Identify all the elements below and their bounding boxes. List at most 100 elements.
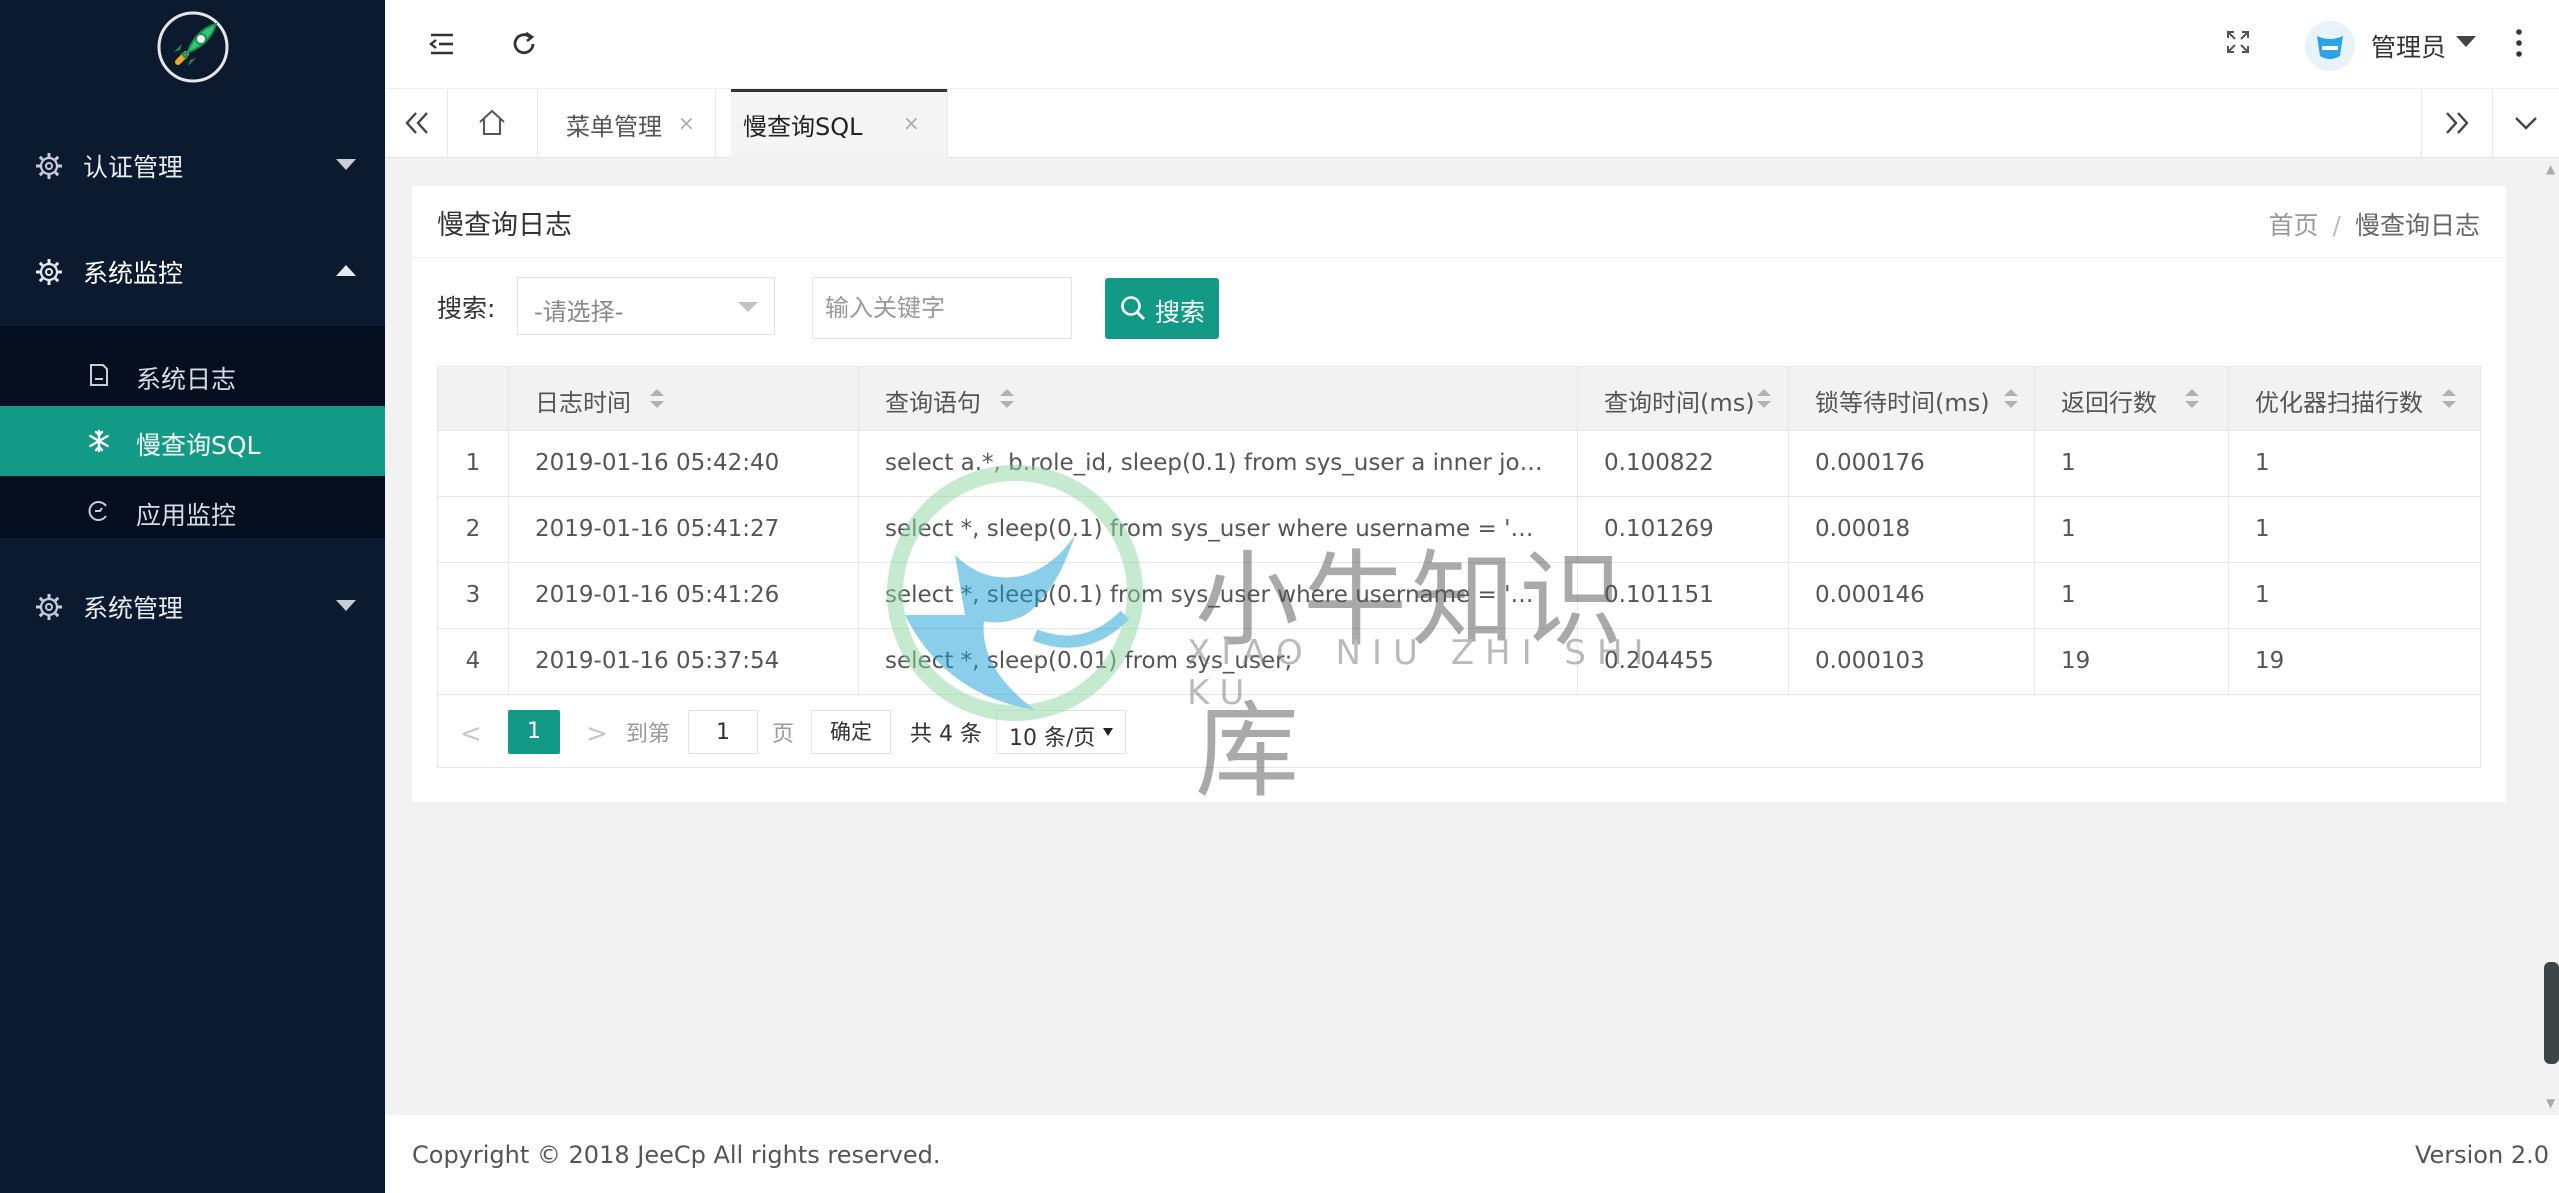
copyright-text: Copyright © 2018 JeeCp All rights reserv… — [412, 1141, 941, 1169]
divider — [2421, 89, 2422, 158]
cell-sql: select a.*, b.role_id, sleep(0.1) from s… — [859, 431, 1578, 496]
divider — [715, 89, 716, 158]
chevron-down-icon — [336, 600, 356, 611]
column-header-label: 锁等待时间(ms) — [1815, 389, 1990, 417]
confirm-page-button[interactable]: 确定 — [811, 710, 891, 754]
breadcrumb-home[interactable]: 首页 — [2269, 211, 2319, 240]
chevron-down-icon[interactable] — [2456, 36, 2476, 47]
sidebar-group-auth[interactable]: 认证管理 — [0, 114, 385, 220]
tab-label: 慢查询SQL — [743, 113, 863, 141]
gear-icon — [36, 153, 62, 179]
next-page-button[interactable]: > — [586, 719, 608, 749]
breadcrumb-separator: / — [2332, 211, 2341, 240]
search-button[interactable]: 搜索 — [1105, 278, 1219, 339]
rocket-logo-icon[interactable] — [156, 10, 230, 84]
sort-icon[interactable] — [2004, 389, 2018, 411]
sidebar-item-system-log[interactable]: 系统日志 — [0, 340, 385, 410]
cell-text: 19 — [2255, 648, 2285, 674]
avatar[interactable] — [2304, 20, 2356, 72]
column-header-lock-time[interactable]: 锁等待时间(ms) — [1789, 367, 2035, 431]
cell-text: 1 — [2061, 516, 2076, 542]
tab-slow-sql[interactable]: 慢查询SQL × — [731, 89, 947, 158]
table-row[interactable]: 2 2019-01-16 05:41:27 select *, sleep(0.… — [438, 497, 2480, 563]
cell-text: select a.*, b.role_id, sleep(0.1) from s… — [885, 450, 1545, 476]
cell-log-time: 2019-01-16 05:41:26 — [509, 563, 859, 628]
sort-icon[interactable] — [650, 389, 664, 411]
chevron-down-icon[interactable] — [2513, 113, 2539, 133]
chevron-down-icon — [1103, 728, 1113, 736]
column-header-log-time[interactable]: 日志时间 — [509, 367, 859, 431]
table-row[interactable]: 4 2019-01-16 05:37:54 select *, sleep(0.… — [438, 629, 2480, 695]
cell-text: 0.101151 — [1604, 582, 1714, 608]
sort-icon[interactable] — [1757, 389, 1771, 411]
cell-query-time: 0.101269 — [1578, 497, 1789, 562]
total-count: 共 4 条 — [910, 722, 982, 747]
cell-index: 3 — [438, 563, 509, 628]
cell-text: 2019-01-16 05:42:40 — [535, 450, 780, 476]
sort-icon[interactable] — [1000, 389, 1014, 411]
column-header-sql[interactable]: 查询语句 — [859, 367, 1578, 431]
column-header-rows-examined[interactable]: 优化器扫描行数 — [2229, 367, 2480, 431]
sidebar-group-label: 系统管理 — [83, 594, 184, 623]
table-header: 日志时间 查询语句 查询时间(ms) 锁等待时间(ms) 返回行数 优化器扫描行… — [438, 367, 2480, 431]
cell-text: 0.100822 — [1604, 450, 1714, 476]
cell-text: select *, sleep(0.01) from sys_user; — [885, 648, 1293, 674]
table-row[interactable]: 1 2019-01-16 05:42:40 select a.*, b.role… — [438, 431, 2480, 497]
goto-label: 到第 — [626, 722, 671, 747]
cell-text: 1 — [2255, 582, 2270, 608]
home-icon[interactable] — [476, 107, 508, 137]
divider — [2492, 89, 2493, 158]
tab-scroll-left-icon[interactable] — [403, 109, 431, 137]
column-header-rows-sent[interactable]: 返回行数 — [2035, 367, 2229, 431]
sort-icon[interactable] — [2185, 389, 2199, 411]
search-field-select[interactable]: -请选择- — [517, 277, 775, 335]
column-header-index — [438, 367, 509, 431]
prev-page-button[interactable]: < — [460, 719, 482, 749]
cell-query-time: 0.204455 — [1578, 629, 1789, 694]
table-row[interactable]: 3 2019-01-16 05:41:26 select *, sleep(0.… — [438, 563, 2480, 629]
cell-text: 1 — [465, 450, 481, 476]
tab-menu-management[interactable]: 菜单管理 × — [537, 89, 715, 158]
more-vertical-icon[interactable] — [2515, 28, 2523, 58]
snowflake-icon — [89, 429, 109, 453]
close-icon[interactable]: × — [678, 111, 695, 135]
keyword-input[interactable] — [812, 277, 1072, 339]
sidebar-item-app-monitor[interactable]: 应用监控 — [0, 476, 385, 546]
goto-page-input[interactable] — [688, 710, 758, 754]
cell-lock-time: 0.000103 — [1789, 629, 2035, 694]
sidebar-group-label: 系统监控 — [83, 259, 184, 288]
cell-text: select *, sleep(0.1) from sys_user where… — [885, 582, 1545, 608]
page-title: 慢查询日志 — [437, 210, 572, 241]
divider — [947, 89, 948, 158]
cell-lock-time: 0.000176 — [1789, 431, 2035, 496]
cell-log-time: 2019-01-16 05:41:27 — [509, 497, 859, 562]
fullscreen-icon[interactable] — [2226, 30, 2250, 54]
sort-icon[interactable] — [2442, 389, 2456, 411]
cell-rows-examined: 1 — [2229, 431, 2480, 496]
cell-text: 19 — [2061, 648, 2091, 674]
refresh-icon[interactable] — [509, 29, 539, 59]
close-icon[interactable]: × — [903, 111, 920, 135]
scroll-down-arrow-icon[interactable]: ▼ — [2546, 1096, 2555, 1110]
cell-rows-sent: 1 — [2035, 431, 2229, 496]
slow-query-card: 慢查询日志 首页 / 慢查询日志 搜索: -请选择- 搜索 日志时间 查询语句 — [412, 186, 2506, 802]
page-size-select[interactable]: 10 条/页 — [996, 710, 1126, 754]
cell-query-time: 0.100822 — [1578, 431, 1789, 496]
collapse-menu-icon[interactable] — [428, 30, 456, 58]
cell-text: 2019-01-16 05:41:27 — [535, 516, 780, 542]
tab-scroll-right-icon[interactable] — [2443, 109, 2471, 137]
search-label: 搜索: — [437, 294, 496, 323]
scroll-up-arrow-icon[interactable]: ▲ — [2546, 162, 2555, 176]
chevron-down-icon — [738, 302, 758, 312]
sidebar-item-slow-sql[interactable]: 慢查询SQL — [0, 406, 385, 476]
column-header-query-time[interactable]: 查询时间(ms) — [1578, 367, 1789, 431]
sidebar-group-label: 认证管理 — [83, 153, 184, 182]
scrollbar-thumb[interactable] — [2544, 962, 2559, 1064]
cell-text: 0.000176 — [1815, 450, 1925, 476]
sidebar-group-system[interactable]: 系统管理 — [0, 555, 385, 661]
page-number-button[interactable]: 1 — [508, 710, 560, 754]
column-header-label: 返回行数 — [2061, 389, 2157, 417]
admin-name[interactable]: 管理员 — [2371, 28, 2446, 64]
divider — [447, 89, 448, 158]
sidebar-group-monitor[interactable]: 系统监控 — [0, 220, 385, 326]
